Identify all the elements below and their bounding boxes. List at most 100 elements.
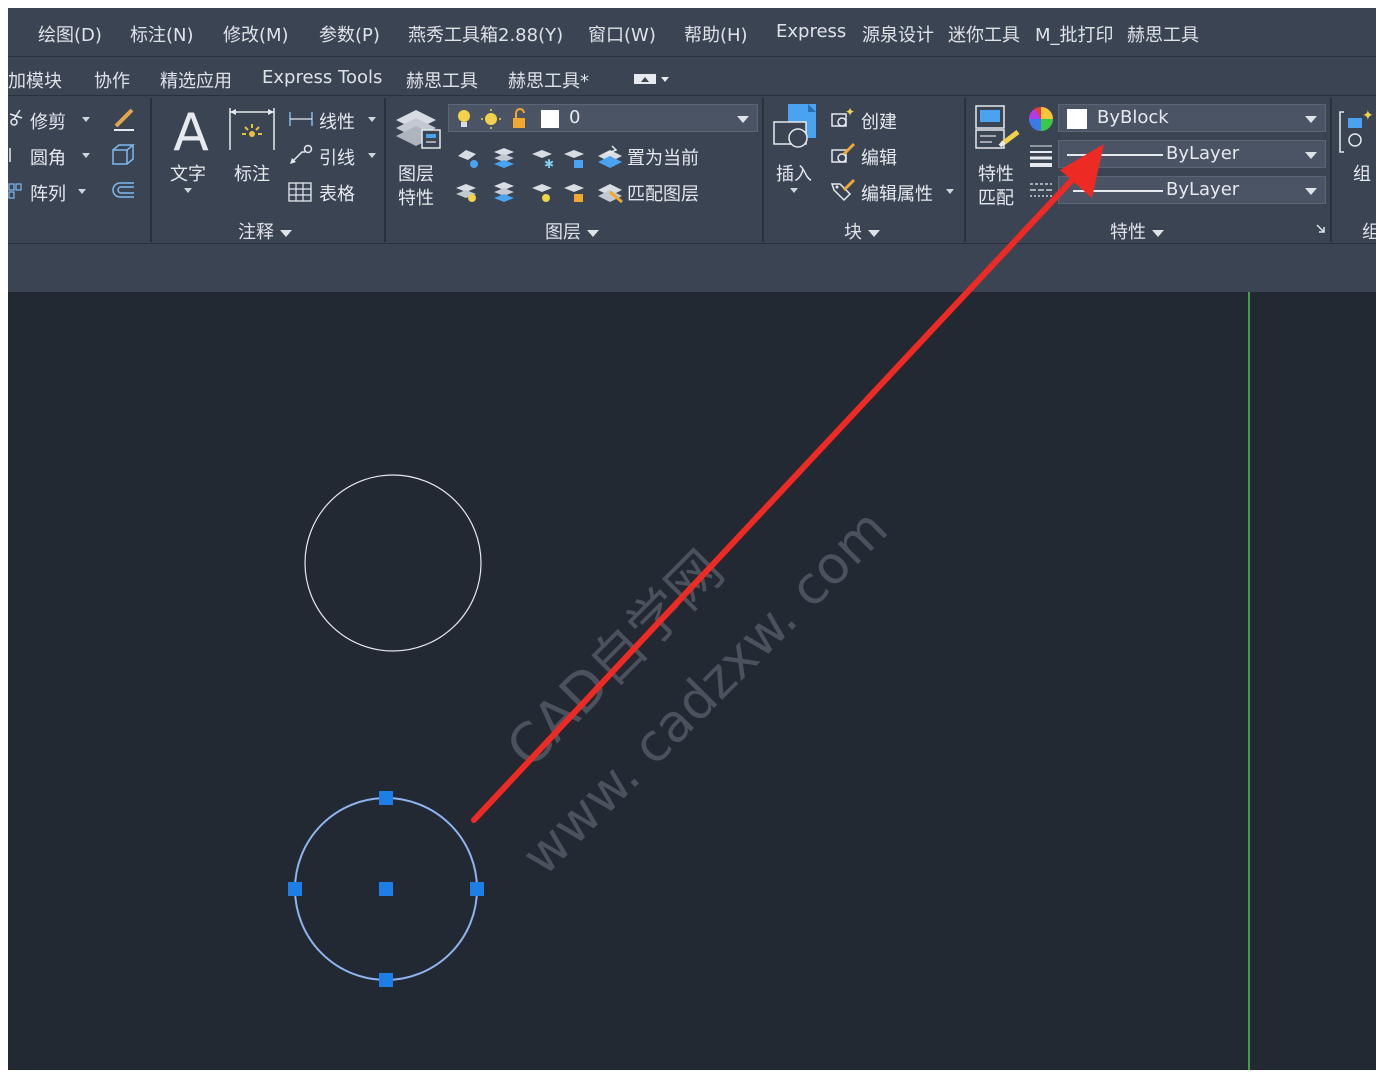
menu-window[interactable]: 窗口(W): [588, 21, 656, 47]
chevron-down-icon: [280, 229, 292, 237]
menu-parameter[interactable]: 参数(P): [319, 21, 380, 47]
match-layer-icon[interactable]: [596, 178, 626, 204]
trim-icon[interactable]: [8, 108, 28, 128]
color-value: ByBlock: [1097, 107, 1169, 128]
text-icon[interactable]: A: [168, 106, 214, 156]
edit-block-button[interactable]: 编辑: [861, 144, 897, 170]
edit-attribute-icon[interactable]: [830, 178, 856, 202]
group-button[interactable]: 组: [1353, 160, 1371, 186]
insert-block-icon[interactable]: [772, 102, 822, 152]
linetype-value: ByLayer: [1166, 143, 1240, 164]
leader-button[interactable]: 引线: [319, 144, 355, 170]
menu-yanxiu[interactable]: 燕秀工具箱2.88(Y): [408, 21, 563, 47]
text-button[interactable]: 文字: [170, 160, 206, 186]
set-current-layer-icon[interactable]: [596, 144, 626, 170]
offset-icon[interactable]: [110, 180, 136, 200]
grip-left: [288, 882, 302, 896]
fillet-dropdown-icon[interactable]: [82, 153, 90, 158]
drawing-svg: CAD自学网 www. cadzxw. com: [288, 292, 1250, 1070]
layer-freeze-icon: ✱: [532, 150, 554, 171]
table-icon[interactable]: [288, 182, 312, 202]
match-layer-button[interactable]: 匹配图层: [627, 180, 699, 206]
layer-off-icon: [458, 150, 478, 168]
svg-text:✦: ✦: [845, 106, 855, 119]
group-icon[interactable]: ✦: [1338, 106, 1376, 156]
layer-properties-label-1[interactable]: 图层: [398, 160, 434, 186]
erase-icon[interactable]: [112, 106, 136, 132]
trim-dropdown-icon[interactable]: [82, 117, 90, 122]
match-properties-icon[interactable]: [974, 104, 1022, 154]
panel-separator: [150, 98, 152, 242]
block-panel-title[interactable]: 块: [844, 218, 880, 244]
menu-help[interactable]: 帮助(H): [684, 21, 748, 47]
layer-state-icons: [458, 108, 525, 129]
menu-yuanquan[interactable]: 源泉设计: [862, 21, 934, 47]
insert-dropdown-icon[interactable]: [790, 188, 798, 193]
layer-dropdown[interactable]: 0: [448, 104, 758, 132]
layer-tools-row-2: [456, 182, 584, 202]
tab-hesi-tools[interactable]: 赫思工具: [406, 67, 478, 93]
dimension-button[interactable]: 标注: [234, 160, 270, 186]
layer-properties-label-2[interactable]: 特性: [398, 184, 434, 210]
dimension-icon[interactable]: [228, 104, 278, 154]
layer-unisolate-icon: [494, 182, 514, 202]
edit-attribute-dropdown-icon[interactable]: [946, 189, 954, 194]
3d-box-icon[interactable]: [110, 142, 136, 168]
dialog-launcher-icon[interactable]: [1316, 224, 1326, 234]
current-layer-name: 0: [569, 107, 581, 128]
fillet-button[interactable]: 圆角: [30, 144, 66, 170]
layer-panel-title[interactable]: 图层: [545, 218, 599, 244]
menu-modify[interactable]: 修改(M): [223, 21, 289, 47]
tab-express-tools[interactable]: Express Tools: [262, 67, 382, 88]
menu-draw[interactable]: 绘图(D): [38, 21, 102, 47]
lineweight-dropdown[interactable]: ByLayer: [1058, 176, 1326, 204]
tab-addin[interactable]: 加模块: [8, 67, 62, 93]
annotation-panel-title[interactable]: 注释: [238, 218, 292, 244]
create-block-icon[interactable]: ✦: [830, 106, 856, 130]
color-swatch: [1067, 109, 1087, 129]
match-properties-label-1[interactable]: 特性: [978, 160, 1014, 186]
tab-minimize-icon[interactable]: [634, 73, 674, 85]
menu-bar: 绘图(D) 标注(N) 修改(M) 参数(P) 燕秀工具箱2.88(Y) 窗口(…: [8, 8, 1376, 56]
drawing-canvas[interactable]: CAD自学网 www. cadzxw. com: [8, 292, 1376, 1070]
insert-button[interactable]: 插入: [776, 160, 812, 186]
linear-button[interactable]: 线性: [319, 108, 355, 134]
circle-unselected: [304, 474, 482, 652]
menu-batch-print[interactable]: M_批打印: [1035, 21, 1114, 47]
layer-properties-icon[interactable]: [392, 104, 444, 156]
menu-dimension[interactable]: 标注(N): [130, 21, 194, 47]
chevron-down-icon: [1305, 152, 1317, 159]
tab-collaborate[interactable]: 协作: [94, 67, 130, 93]
set-current-button[interactable]: 置为当前: [627, 144, 699, 170]
array-button[interactable]: 阵列: [30, 180, 66, 206]
edit-attribute-button[interactable]: 编辑属性: [861, 180, 933, 206]
properties-panel-title[interactable]: 特性: [1110, 218, 1164, 244]
edit-block-icon[interactable]: [830, 142, 856, 166]
trim-button[interactable]: 修剪: [30, 108, 66, 134]
linear-dim-icon[interactable]: [288, 110, 314, 128]
color-wheel-icon: [1029, 107, 1053, 131]
leader-icon[interactable]: [288, 144, 314, 166]
fillet-icon[interactable]: [8, 146, 18, 164]
group-panel-title[interactable]: 组: [1362, 218, 1376, 244]
text-dropdown-icon[interactable]: [184, 188, 192, 193]
array-icon[interactable]: [8, 182, 22, 200]
table-button[interactable]: 表格: [319, 180, 355, 206]
menu-express[interactable]: Express: [776, 21, 846, 42]
array-dropdown-icon[interactable]: [78, 189, 86, 194]
watermark: CAD自学网 www. cadzxw. com: [494, 499, 899, 887]
file-tab-strip: [8, 243, 1376, 293]
color-dropdown[interactable]: ByBlock: [1058, 104, 1326, 132]
linear-dropdown-icon[interactable]: [368, 117, 376, 122]
menu-mini-tools[interactable]: 迷你工具: [948, 21, 1020, 47]
match-properties-label-2[interactable]: 匹配: [978, 184, 1014, 210]
tab-hesi-tools-star[interactable]: 赫思工具*: [508, 67, 589, 93]
linetype-dropdown[interactable]: ByLayer: [1058, 140, 1326, 168]
menu-hesi-tools[interactable]: 赫思工具: [1127, 21, 1199, 47]
tab-featured-apps[interactable]: 精选应用: [160, 67, 232, 93]
linetype-icon: [1030, 183, 1052, 197]
annotation-panel-label: 注释: [238, 222, 274, 243]
chevron-down-icon: [737, 116, 749, 123]
create-block-button[interactable]: 创建: [861, 108, 897, 134]
leader-dropdown-icon[interactable]: [368, 153, 376, 158]
